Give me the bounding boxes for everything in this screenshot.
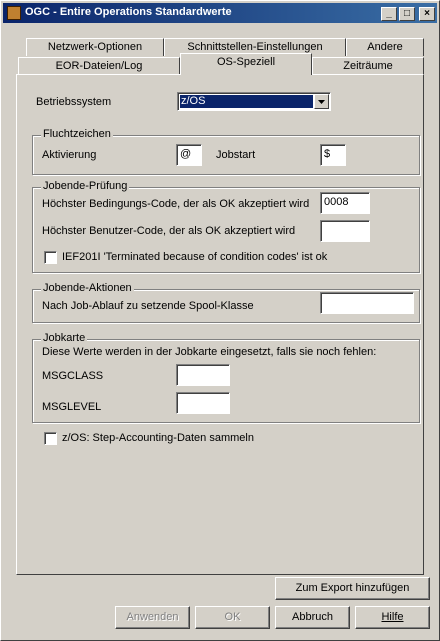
title-bar[interactable]: OGC - Entire Operations Standardwerte _ … (3, 3, 437, 23)
tab-eor-dateien-log[interactable]: EOR-Dateien/Log (18, 57, 180, 75)
tab-netzwerk-optionen[interactable]: Netzwerk-Optionen (26, 38, 164, 56)
betriebssystem-label: Betriebssystem (36, 96, 112, 108)
tab-os-speziell[interactable]: OS-Speziell (180, 53, 312, 75)
jobstart-label: Jobstart (216, 149, 256, 161)
benutzercode-input[interactable] (320, 220, 370, 242)
betriebssystem-select[interactable]: z/OS (177, 92, 331, 111)
jobstart-input[interactable]: $ (320, 144, 346, 166)
anwenden-button[interactable]: Anwenden (115, 606, 190, 629)
minimize-button[interactable]: _ (381, 7, 397, 21)
zum-export-hinzufuegen-button[interactable]: Zum Export hinzufügen (275, 577, 430, 600)
ief201i-checkbox[interactable] (44, 251, 57, 264)
dropdown-button[interactable] (314, 94, 329, 109)
betriebssystem-value: z/OS (180, 95, 313, 108)
ok-button-label: OK (224, 611, 241, 623)
ief201i-label: IEF201I 'Terminated because of condition… (62, 251, 328, 263)
msglevel-label: MSGLEVEL (42, 401, 102, 413)
close-button[interactable]: × (419, 7, 435, 21)
jobende-pruefung-title: Jobende-Prüfung (41, 180, 130, 192)
spool-klasse-label: Nach Job-Ablauf zu setzende Spool-Klasse (42, 300, 254, 312)
step-accounting-label: z/OS: Step-Accounting-Daten sammeln (62, 432, 254, 444)
anwenden-button-label: Anwenden (126, 611, 179, 623)
msgclass-input[interactable] (176, 364, 230, 386)
abbruch-button[interactable]: Abbruch (275, 606, 350, 629)
jobende-aktionen-title: Jobende-Aktionen (41, 282, 134, 294)
app-icon (7, 6, 21, 20)
benutzercode-label: Höchster Benutzer-Code, der als OK akzep… (42, 225, 296, 237)
tab-andere[interactable]: Andere (346, 38, 424, 56)
aktivierung-label: Aktivierung (42, 149, 97, 161)
chevron-down-icon (318, 100, 325, 104)
bedingungscode-input[interactable]: 0008 (320, 192, 370, 214)
hilfe-button-label: Hilfe (381, 611, 404, 623)
aktivierung-input[interactable]: @ (176, 144, 202, 166)
export-button-label: Zum Export hinzufügen (295, 582, 410, 594)
abbruch-button-label: Abbruch (292, 611, 333, 623)
bedingungscode-label: Höchster Bedingungs-Code, der als OK akz… (42, 198, 310, 210)
ok-button[interactable]: OK (195, 606, 270, 629)
spool-klasse-input[interactable] (320, 292, 414, 314)
msglevel-input[interactable] (176, 392, 230, 414)
fluchtzeichen-title: Fluchtzeichen (41, 128, 113, 140)
hilfe-button[interactable]: Hilfe (355, 606, 430, 629)
window-title: OGC - Entire Operations Standardwerte (25, 6, 232, 18)
jobkarte-title: Jobkarte (41, 332, 88, 344)
tab-zeitraeume[interactable]: Zeiträume (312, 57, 424, 75)
msgclass-label: MSGCLASS (42, 370, 104, 382)
jobkarte-info: Diese Werte werden in der Jobkarte einge… (42, 346, 377, 358)
maximize-button[interactable]: □ (399, 7, 415, 21)
step-accounting-checkbox[interactable] (44, 432, 57, 445)
